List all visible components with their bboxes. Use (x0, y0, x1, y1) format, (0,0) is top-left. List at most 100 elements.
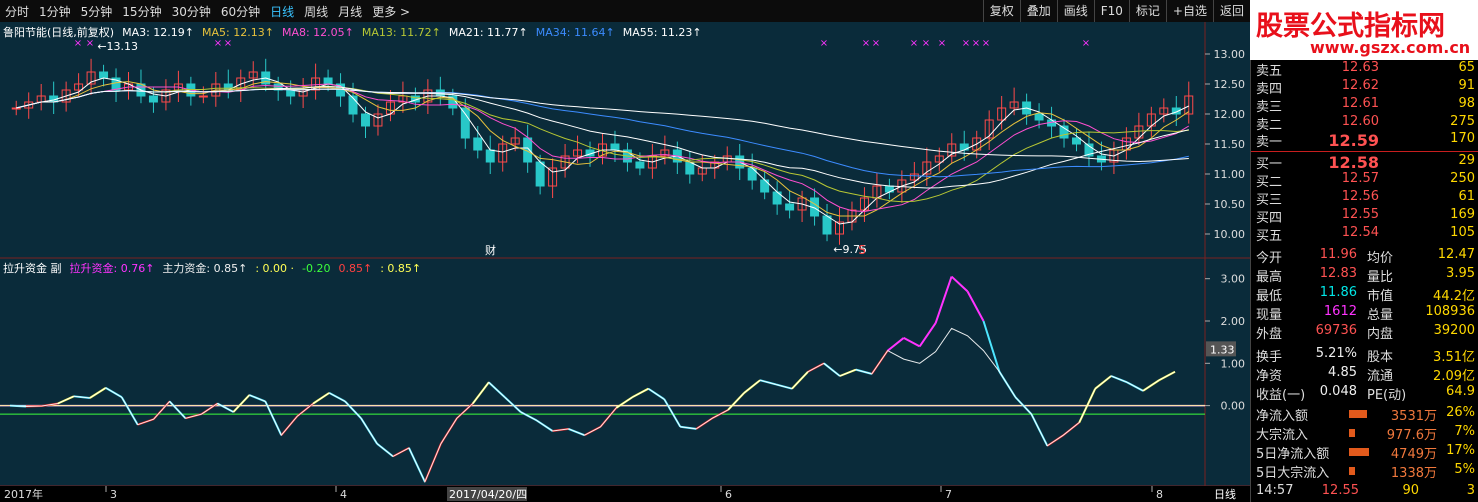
tick-row: 14:57 12.55 90 3 (1256, 483, 1475, 498)
bid-row-1: 买二 12.57 250 (1256, 171, 1475, 190)
finance-row-2: 收益(一) 0.048 PE(动) 64.9 (1256, 384, 1475, 403)
tab-9[interactable]: 更多 > (372, 3, 410, 20)
toolbar-button-5[interactable]: +自选 (1165, 0, 1213, 22)
finance-row-0: 换手 5.21% 股本 3.51亿 (1256, 346, 1475, 365)
date-axis-bg (0, 486, 1250, 502)
candle-body (785, 203, 795, 211)
bid-row-4: 买五 12.54 105 (1256, 225, 1475, 244)
month-label-2: 6 (725, 488, 732, 501)
price-label-3: 11.50 (1214, 138, 1246, 151)
candle-body (635, 161, 645, 169)
sub-legend-title: 拉升资金 副 (3, 262, 62, 275)
month-label-1: 4 (340, 488, 347, 501)
ma-legend-0: MA3: 12.19↑ (122, 26, 195, 39)
candle-body (323, 77, 333, 85)
month-label-0: 3 (110, 488, 117, 501)
stat-row-2: 最低 11.86 市值 44.2亿 (1256, 285, 1475, 304)
toolbar-button-1[interactable]: 叠加 (1019, 0, 1057, 22)
candle-body (148, 95, 158, 103)
pink-mark-7: × (910, 38, 918, 49)
ma-legend-4: MA21: 11.77↑ (448, 26, 528, 39)
sub-legend-5: : 0.85↑ (380, 262, 422, 275)
tab-5[interactable]: 60分钟 (221, 3, 260, 20)
candle-body (822, 215, 832, 235)
sub-legend-3: -0.20 (302, 262, 331, 275)
flow-row-2: 5日净流入额 4749万 17% (1256, 443, 1475, 462)
event-marker: 财 (485, 243, 496, 257)
tab-4[interactable]: 30分钟 (172, 3, 211, 20)
candle-body (361, 113, 370, 127)
bid-row-2: 买三 12.56 61 (1256, 189, 1475, 208)
site-logo: 股票公式指标网 www.gszx.com.cn (1250, 0, 1478, 60)
price-label-2: 12.00 (1214, 108, 1246, 121)
price-label-5: 10.50 (1214, 198, 1246, 211)
bid-row-0: 买一 12.58 29 (1256, 153, 1475, 172)
tab-0[interactable]: 分时 (5, 3, 29, 20)
quote-panel: 卖五 12.63 65 卖四 12.62 91 卖三 12.61 98 卖二 12.60 275 卖一 1… (1250, 60, 1478, 502)
toolbar-button-2[interactable]: 画线 (1056, 0, 1094, 22)
stat-row-0: 今开 11.96 均价 12.47 (1256, 247, 1475, 266)
toolbar-buttons: 复权 叠加 画线 F10 标记 +自选 返回 (982, 0, 1250, 22)
pink-mark-13: × (1082, 38, 1090, 49)
tab-3[interactable]: 15分钟 (122, 3, 161, 20)
price-label-4: 11.00 (1214, 168, 1246, 181)
candle-body (610, 143, 620, 151)
toolbar-button-4[interactable]: 标记 (1128, 0, 1166, 22)
cursor-date: 2017/04/20/四 (449, 488, 527, 501)
price-label-6: 10.00 (1214, 228, 1246, 241)
toolbar-button-3[interactable]: F10 (1093, 0, 1129, 22)
candle-body (99, 71, 109, 79)
tab-8[interactable]: 月线 (338, 3, 362, 20)
sub-legend-4: 0.85↑ (338, 262, 373, 275)
pink-mark-8: × (922, 38, 930, 49)
ask-row-1: 卖四 12.62 91 (1256, 78, 1475, 97)
pink-mark-9: × (938, 38, 946, 49)
price-label-1: 12.50 (1214, 78, 1246, 91)
sub-badge: 1.33 (1210, 343, 1235, 356)
sub-label-3: 0.00 (1221, 400, 1246, 413)
ma-legend-3: MA13: 11.72↑ (361, 26, 441, 39)
flow-row-0: 净流入额 3531万 26% (1256, 405, 1475, 424)
main-legend: 鲁阳节能(日线,前复权) MA3: 12.19↑ MA5: 12.13↑ MA8: 1… (3, 24, 710, 40)
pink-mark-4: × (820, 38, 828, 49)
bid-row-3: 买四 12.55 169 (1256, 207, 1475, 226)
price-label-0: 13.00 (1214, 48, 1246, 61)
ask-row-4: 卖一 12.59 170 (1256, 131, 1475, 150)
tab-1[interactable]: 1分钟 (39, 3, 71, 20)
tab-2[interactable]: 5分钟 (81, 3, 113, 20)
ask-row-0: 卖五 12.63 65 (1256, 60, 1475, 79)
tab-6[interactable]: 日线 (270, 3, 294, 20)
tab-7[interactable]: 周线 (304, 3, 328, 20)
stat-row-4: 外盘 69736 内盘 39200 (1256, 323, 1475, 342)
sub-legend-2: : 0.00 · (255, 262, 295, 275)
period-label: 日线 (1214, 487, 1236, 501)
candle-body (760, 179, 770, 193)
toolbar-button-0[interactable]: 复权 (982, 0, 1020, 22)
candle-body (485, 149, 495, 163)
candle-body (535, 161, 545, 187)
candle-body (1072, 137, 1081, 145)
candle-body (473, 137, 483, 151)
year-label: 2017年 (4, 487, 43, 501)
candle-body (198, 95, 208, 98)
sub-legend-0: 拉升资金: 0.76↑ (69, 262, 155, 275)
toolbar-button-6[interactable]: 返回 (1212, 0, 1250, 22)
timeframe-toolbar: 分时 1分钟 5分钟 15分钟 30分钟 60分钟 日线 周线 月线 更多 > 复权 叠加 画线 F10 标… (0, 0, 1250, 23)
stat-row-1: 最高 12.83 量比 3.95 (1256, 266, 1475, 285)
stat-row-3: 现量 1612 总量 108936 (1256, 304, 1475, 323)
ask-row-2: 卖三 12.61 98 (1256, 96, 1475, 115)
ma-legend-2: MA8: 12.05↑ (281, 26, 354, 39)
pink-mark-12: × (982, 38, 990, 49)
pink-mark-10: × (962, 38, 970, 49)
month-label-4: 8 (1156, 488, 1163, 501)
flow-row-1: 大宗流入 977.6万 7% (1256, 424, 1475, 443)
sub-label-1: 2.00 (1221, 315, 1246, 328)
pink-mark-5: × (862, 38, 870, 49)
candle-body (747, 167, 757, 181)
ask-row-3: 卖二 12.60 275 (1256, 114, 1475, 133)
flow-row-3: 5日大宗流入 1338万 5% (1256, 462, 1475, 481)
sub-label-2: 1.00 (1221, 357, 1246, 370)
legend-title: 鲁阳节能(日线,前复权) (3, 26, 115, 39)
ma-legend-1: MA5: 12.13↑ (202, 26, 274, 39)
book-separator (1251, 151, 1478, 152)
